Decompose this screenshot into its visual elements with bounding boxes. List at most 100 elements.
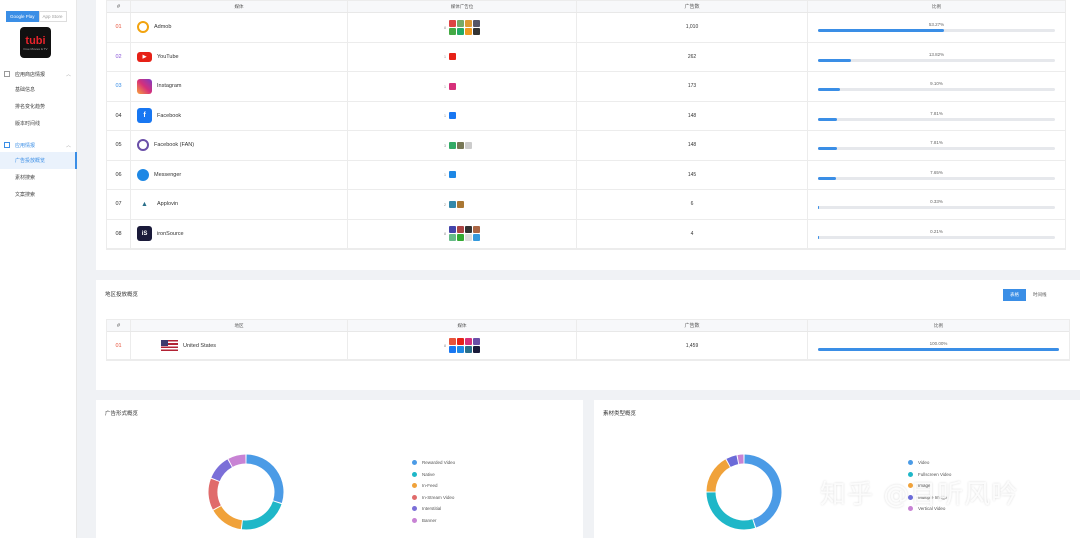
legend-dot-icon	[412, 460, 417, 466]
row-rank: 08	[107, 219, 131, 248]
nav-item-copy-search[interactable]: 文案搜索	[0, 186, 77, 203]
placement-thumbnail[interactable]	[465, 19, 473, 27]
placement-thumbnail[interactable]	[465, 141, 473, 149]
donut-segment[interactable]	[706, 459, 731, 492]
nav-group-app-intel-head[interactable]: 应用情报 ︿	[0, 138, 77, 152]
legend-item[interactable]: Banner	[412, 515, 455, 527]
placement-thumbnail[interactable]	[449, 171, 457, 179]
row-count: 148	[577, 131, 808, 160]
placement-thumbnail[interactable]	[449, 346, 457, 353]
col-header-count[interactable]: 广告数	[577, 320, 808, 331]
nav-item-material-search[interactable]: 素材搜索	[0, 169, 77, 186]
row-name-cell[interactable]: Facebook (FAN)	[131, 131, 348, 160]
donut-segment[interactable]	[241, 500, 282, 530]
media-table: # 媒体 媒体广告位 广告数 比例 01 Admob 8 1,010 53.27% 02 ▶…	[106, 0, 1066, 250]
table-row: 01 United States 8 1,459 100.00%	[107, 332, 1069, 360]
nav-item-basic-info[interactable]: 基础信息	[0, 81, 77, 98]
placement-thumbnail[interactable]	[465, 338, 473, 345]
row-count: 4	[577, 219, 808, 248]
row-name-cell[interactable]: iS ironSource	[131, 219, 348, 248]
placement-thumbnail[interactable]	[449, 112, 457, 120]
table-row: 04 f Facebook 1 148 7.81%	[107, 101, 1065, 131]
placement-count: 8	[443, 343, 447, 348]
legend-item[interactable]: Interstitial	[412, 503, 455, 515]
placement-thumbnail[interactable]	[457, 19, 465, 27]
placement-thumbnail[interactable]	[473, 234, 481, 242]
ratio-bar-track	[818, 147, 1055, 151]
row-ratio: 0.33%	[808, 190, 1065, 219]
placement-thumbnail[interactable]	[473, 338, 481, 345]
nav-item-ad-overview[interactable]: 广告投放概览	[0, 152, 77, 169]
toggle-timeline[interactable]: 时间线	[1026, 289, 1054, 301]
tab-google-play[interactable]: Google Play	[6, 11, 39, 22]
nav-item-rank-trend[interactable]: 排名变化趋势	[0, 98, 77, 115]
legend-item[interactable]: In-Stream Video	[412, 492, 455, 504]
placement-thumbnail[interactable]	[457, 27, 465, 35]
legend-item[interactable]: In-Feed	[412, 480, 455, 492]
placement-thumbnail[interactable]	[473, 226, 481, 234]
ratio-text: 0.21%	[930, 228, 943, 234]
legend-dot-icon	[412, 471, 417, 477]
placement-thumbnail[interactable]	[465, 27, 473, 35]
row-name-cell[interactable]: Admob	[131, 13, 348, 42]
row-name-cell[interactable]: ▲ Applovin	[131, 190, 348, 219]
placement-group: 8	[444, 226, 481, 242]
row-name-cell[interactable]: f Facebook	[131, 101, 348, 130]
donut-segment[interactable]	[744, 454, 782, 528]
placement-thumbnail[interactable]	[457, 141, 465, 149]
donut-segment[interactable]	[208, 478, 221, 510]
col-header-region: 地区	[131, 320, 348, 331]
placement-thumbnail[interactable]	[465, 346, 473, 353]
donut-segment[interactable]	[228, 454, 246, 467]
donut-segment[interactable]	[211, 459, 233, 482]
placement-thumbnail[interactable]	[449, 19, 457, 27]
col-header-count[interactable]: 广告数	[577, 1, 808, 12]
placement-thumbnail[interactable]	[457, 346, 465, 353]
placement-thumbnail[interactable]	[465, 226, 473, 234]
ratio-bar-track	[818, 206, 1055, 210]
placement-thumbnail[interactable]	[449, 200, 457, 208]
placement-thumbnail[interactable]	[473, 19, 481, 27]
row-name-cell[interactable]: United States	[131, 332, 348, 359]
placement-thumbnail[interactable]	[457, 234, 465, 242]
placement-thumbnail[interactable]	[465, 234, 473, 242]
app-logo-sub: Free Movies & TV	[23, 46, 48, 51]
donut-segment[interactable]	[246, 454, 284, 504]
donut-segment[interactable]	[213, 505, 243, 530]
placement-thumbnail[interactable]	[449, 338, 457, 345]
placement-thumbnail[interactable]	[473, 346, 481, 353]
placement-thumbnail[interactable]	[457, 200, 465, 208]
ad-format-donut-chart	[208, 454, 284, 530]
placement-thumbnail[interactable]	[449, 53, 457, 61]
row-name-cell[interactable]: Messenger	[131, 160, 348, 189]
toggle-table[interactable]: 表格	[1003, 289, 1026, 301]
donut-segment[interactable]	[726, 455, 739, 467]
legend-item[interactable]: Video	[908, 457, 951, 469]
row-name-cell[interactable]: ▶ YouTube	[131, 42, 348, 71]
tab-app-store[interactable]: App Store	[38, 11, 67, 22]
nav-group-store-intel-head[interactable]: 应用商店情报 ︿	[0, 67, 77, 81]
media-table-body: 01 Admob 8 1,010 53.27% 02 ▶ YouTube 1 262 13.82% 0…	[107, 13, 1065, 249]
placement-thumbnail[interactable]	[449, 234, 457, 242]
placement-thumbnail[interactable]	[449, 226, 457, 234]
row-ratio: 53.27%	[808, 13, 1065, 42]
nav-group-store-intel: 应用商店情报 ︿ 基础信息 排名变化趋势 版本时间线	[0, 67, 77, 132]
placement-thumbnail[interactable]	[449, 27, 457, 35]
legend-item[interactable]: Rewarded Video	[412, 457, 455, 469]
placement-count: 3	[443, 142, 447, 148]
ratio-bar-fill	[818, 58, 851, 62]
donut-segment[interactable]	[706, 492, 756, 530]
placement-group: 1	[444, 112, 480, 120]
admob-icon	[137, 21, 149, 34]
placement-thumbnail[interactable]	[457, 226, 465, 234]
row-rank: 05	[107, 131, 131, 160]
placement-thumbnail[interactable]	[457, 338, 465, 345]
row-name-cell[interactable]: Instagram	[131, 72, 348, 101]
nav-item-version-timeline[interactable]: 版本时间线	[0, 115, 77, 132]
legend-item[interactable]: Native	[412, 469, 455, 481]
media-table-header: # 媒体 媒体广告位 广告数 比例	[107, 1, 1065, 13]
region-table-header: # 地区 媒体 广告数 比例	[107, 320, 1069, 332]
placement-thumbnail[interactable]	[473, 27, 481, 35]
placement-thumbnail[interactable]	[449, 141, 457, 149]
placement-thumbnail[interactable]	[449, 82, 457, 90]
